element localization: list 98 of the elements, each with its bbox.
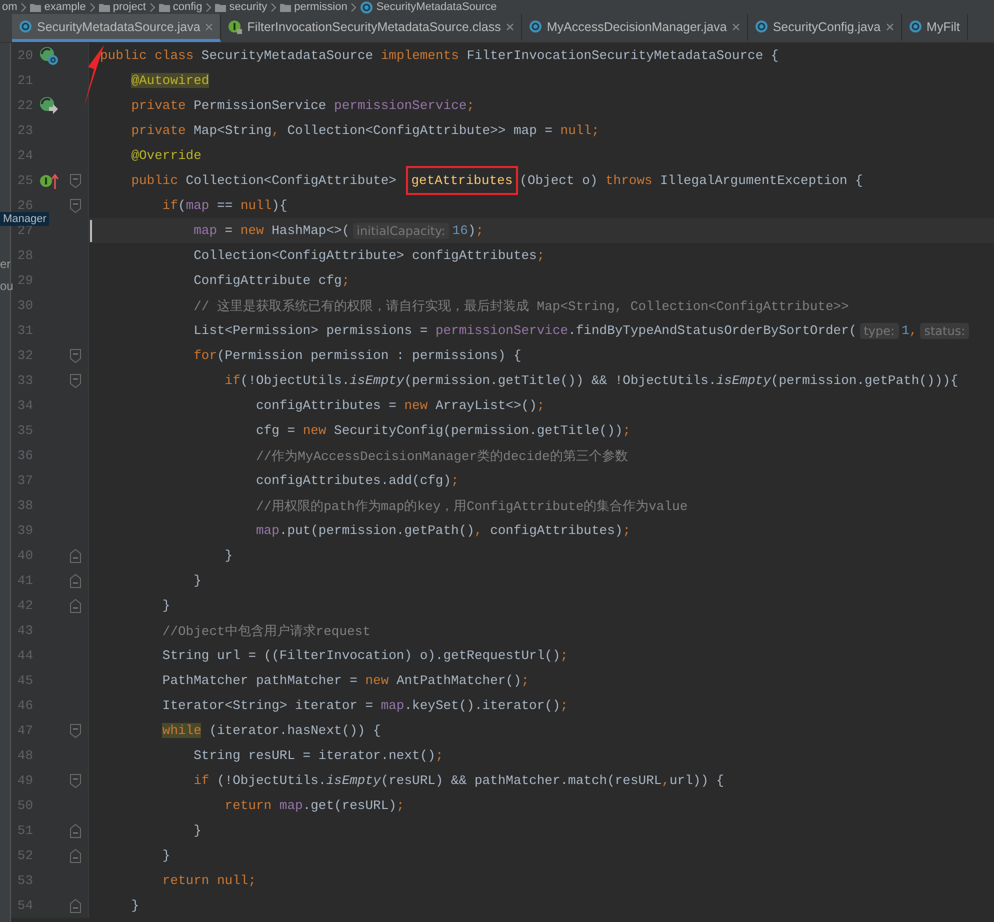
chevron-icon (271, 2, 276, 12)
code-line: String resURL = iterator.next(); (192, 748, 444, 763)
close-icon[interactable] (732, 22, 740, 30)
code-line: public class SecurityMetadataSource implements FilterInvocationSecurityMetadataSource { (99, 48, 780, 63)
code-line: if(map == null){ (161, 198, 288, 213)
editor-tab[interactable]: MyAccessDecisionManager.java (522, 14, 748, 42)
code-line: while (iterator.hasNext()) { (161, 723, 382, 738)
code-text: HashMap<>( (272, 223, 350, 238)
breadcrumb-item[interactable]: permission (294, 1, 348, 13)
chevron-icon (351, 2, 356, 12)
code-text: ; (476, 223, 484, 238)
code-text: List<Permission> permissions = (194, 323, 429, 338)
interface-icon (228, 20, 242, 34)
code-line: String url = ((FilterInvocation) o).getRequestUrl(); (161, 648, 570, 663)
class-icon (908, 20, 922, 33)
code-line: } (224, 548, 234, 563)
code-line: if (!ObjectUtils.isEmpty(resURL) && pathMatcher.match(resURL,url)) { (192, 773, 726, 788)
chevron-icon (90, 2, 95, 12)
code-text: map (194, 223, 217, 238)
fold-marker-icon[interactable] (70, 574, 80, 588)
editor-tab[interactable]: SecurityMetadataSource.java (12, 14, 222, 42)
text-cursor (90, 220, 92, 242)
code-line: //Object中包含用户请求request (161, 622, 372, 640)
code-line: } (161, 598, 172, 613)
editor-tab[interactable]: FilterInvocationSecurityMetadataSource.class (221, 14, 522, 42)
folder-icon (280, 2, 292, 12)
breadcrumb-item[interactable]: SecurityMetadataSource (376, 1, 497, 13)
code-text: ) (468, 223, 476, 238)
code-line: @Override (130, 148, 202, 163)
parameter-hint: initialCapacity: (352, 222, 450, 238)
class-icon (19, 20, 32, 33)
editor-tab[interactable]: MyFilt (902, 14, 968, 42)
fold-marker-icon[interactable] (70, 198, 80, 212)
code-line: //用权限的path作为map的key，用ConfigAttribute的集合作为value (255, 498, 689, 514)
fold-marker-icon[interactable] (70, 824, 80, 838)
breadcrumb-item[interactable]: config (172, 1, 202, 13)
parameter-hint: status: (920, 322, 970, 338)
fold-marker-icon[interactable] (70, 724, 80, 738)
parameter-hint: type: (860, 322, 899, 338)
breadcrumb-item[interactable]: example (44, 1, 86, 13)
code-line: public Collection<ConfigAttribute> getAttributes (Object o) throws IllegalArgumentException { (92, 166, 994, 195)
code-line: } (130, 898, 140, 913)
code-text: , (909, 323, 918, 338)
code-line: private PermissionService permissionService; (130, 98, 476, 113)
code-line: map.put(permission.getPath(), configAttributes); (255, 523, 632, 538)
code-text: permissionService (435, 323, 568, 338)
code-line: ConfigAttribute cfg; (192, 273, 351, 288)
class-icon (754, 20, 768, 33)
fold-marker-icon[interactable] (70, 848, 80, 862)
close-icon[interactable] (506, 22, 514, 30)
code-text: = (224, 223, 234, 238)
code-line: return null; (161, 873, 258, 888)
chevron-icon (150, 2, 155, 12)
code-line: } (161, 848, 172, 863)
code-line: cfg = new SecurityConfig(permission.getTitle()); (255, 423, 632, 438)
fold-marker-icon[interactable] (70, 774, 80, 788)
bean-arrow-icon[interactable] (39, 96, 59, 116)
code-line: if(!ObjectUtils.isEmpty(permission.getTitle()) && !ObjectUtils.isEmpty(permission.getPath())){ (224, 373, 960, 388)
code-line: // 这里是获取系统已有的权限，请自行实现，最后封装成 Map<String, Collection<ConfigAttribute>> (192, 298, 850, 314)
code-line: for(Permission permission : permissions) { (192, 348, 522, 363)
folder-icon (98, 2, 110, 12)
code-line: configAttributes = new ArrayList<>(); (255, 398, 546, 413)
class-icon (360, 0, 374, 14)
fold-marker-icon[interactable] (70, 348, 80, 362)
code-line: Collection<ConfigAttribute> configAttributes; (192, 248, 546, 263)
fold-marker-icon[interactable] (70, 174, 80, 188)
fold-marker-icon[interactable] (70, 598, 80, 612)
bean-class-icon[interactable] (39, 46, 59, 66)
code-line: private Map<String, Collection<ConfigAttribute>> map = null; (130, 123, 600, 138)
editor-tab[interactable]: SecurityConfig.java (748, 14, 902, 42)
chevron-icon (21, 2, 26, 12)
tooltip: Manager (0, 212, 50, 226)
code-line: } (192, 823, 202, 838)
code-text: 1 (902, 323, 910, 338)
folder-icon (158, 2, 170, 12)
fold-marker-icon[interactable] (70, 548, 80, 562)
class-icon (528, 20, 542, 33)
close-icon[interactable] (205, 22, 214, 30)
breadcrumb-item[interactable]: project (112, 1, 146, 13)
panel-text: er (0, 257, 11, 271)
folder-icon (215, 2, 226, 12)
code-line: Iterator<String> iterator = map.keySet().iterator(); (161, 698, 570, 713)
breadcrumb-item[interactable]: security (229, 1, 268, 13)
close-icon[interactable] (886, 22, 894, 30)
code-text: 16 (452, 223, 468, 238)
code-text: new (240, 223, 265, 238)
code-line: return map.get(resURL); (224, 798, 406, 813)
fold-marker-icon[interactable] (70, 898, 80, 912)
panel-text: ou (0, 279, 14, 293)
chevron-icon (206, 2, 212, 12)
code-line: configAttributes.add(cfg); (255, 473, 460, 488)
breadcrumb-item[interactable]: om (2, 1, 18, 13)
code-line: //作为MyAccessDecisionManager类的decide的第三个参数 (255, 448, 629, 464)
code-line: } (192, 573, 202, 588)
code-text: .findByTypeAndStatusOrderBySortOrder( (568, 323, 857, 338)
fold-marker-icon[interactable] (70, 374, 80, 388)
code-line: PathMatcher pathMatcher = new AntPathMatcher(); (161, 673, 530, 688)
folder-icon (30, 2, 42, 12)
